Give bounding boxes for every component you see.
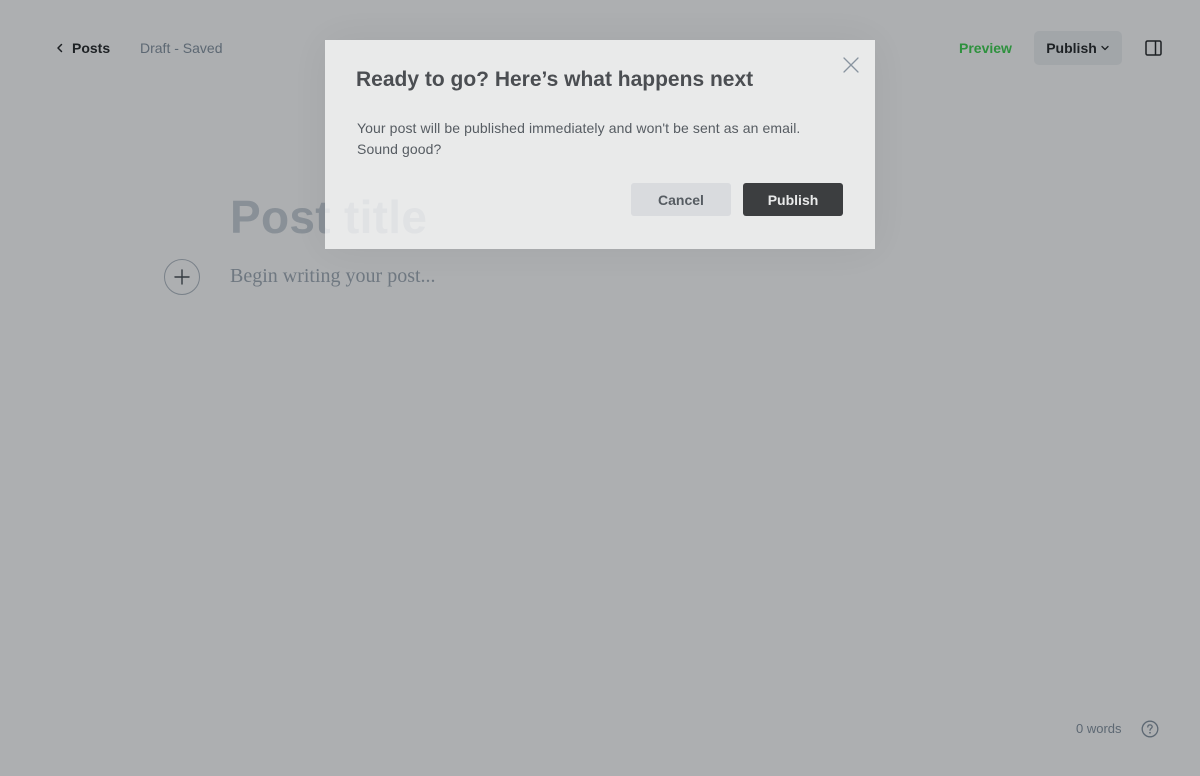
editor-page: Posts Draft - Saved Preview Publish Post… bbox=[0, 0, 1200, 776]
cancel-button[interactable]: Cancel bbox=[631, 183, 731, 216]
modal-title: Ready to go? Here’s what happens next bbox=[356, 68, 754, 91]
confirm-publish-button[interactable]: Publish bbox=[743, 183, 843, 216]
publish-confirm-modal: Ready to go? Here’s what happens next Yo… bbox=[325, 40, 875, 249]
close-icon[interactable] bbox=[842, 56, 860, 74]
modal-description: Your post will be published immediately … bbox=[357, 120, 801, 157]
